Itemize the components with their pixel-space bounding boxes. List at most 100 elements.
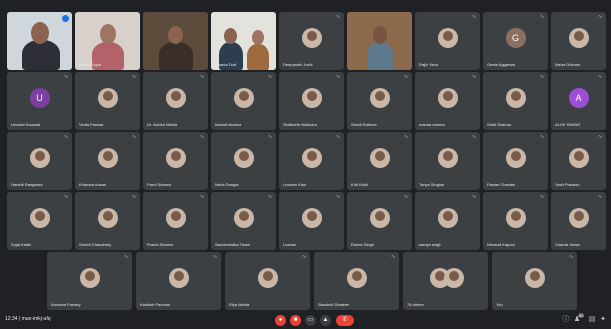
- participant-tile[interactable]: ∿ Kashish Panchal: [136, 252, 221, 310]
- avatar: [233, 148, 254, 168]
- mic-off-icon: ∿: [64, 194, 69, 200]
- participant-tile[interactable]: ∿ Riya Mehta: [225, 252, 310, 310]
- avatar: [437, 28, 458, 48]
- info-button[interactable]: ⓘ: [562, 316, 570, 324]
- participant-tile[interactable]: ∿ Tanya Singhal: [415, 132, 480, 190]
- mic-off-icon: ∿: [213, 254, 218, 260]
- participant-name: Neha Dangar: [215, 182, 239, 187]
- mic-off-icon: ∿: [336, 134, 341, 140]
- participant-tile[interactable]: ∿ Prachi Sharma: [143, 192, 208, 250]
- participant-tile[interactable]: [7, 12, 72, 70]
- participant-tile[interactable]: ∿ Archana Pandey: [47, 252, 132, 310]
- participant-tile[interactable]: ∿ Rohan Singh: [347, 192, 412, 250]
- others-tile[interactable]: 78 others: [403, 252, 488, 310]
- avatar: [97, 148, 118, 168]
- mic-off-icon: ∿: [268, 194, 273, 200]
- participant-name: Archana Pandey: [51, 302, 81, 307]
- participant-tile[interactable]: ∿ samya singh: [415, 192, 480, 250]
- participant-name: Sujal Kadiri: [11, 242, 32, 247]
- avatar: [443, 268, 464, 288]
- mic-off-icon: ∿: [391, 254, 396, 260]
- participant-name: Tanya Singhal: [419, 182, 445, 187]
- participant-tile[interactable]: ∿ Pawan Chandel: [483, 132, 548, 190]
- participant-name: You: [496, 302, 503, 307]
- participant-tile[interactable]: A ∿ ALOK RAWAT: [551, 72, 606, 130]
- participant-name: Ananta Dutt: [215, 62, 237, 67]
- mic-off-icon: ∿: [404, 74, 409, 80]
- mic-toggle-button[interactable]: ●: [275, 315, 286, 326]
- meeting-code: mue-imkj-ufq: [21, 316, 51, 322]
- participant-name: Geeta Aggarwal: [487, 62, 516, 67]
- participant-tile[interactable]: ∿ Chahat Yadav: [551, 192, 606, 250]
- pinned-icon: [62, 15, 69, 22]
- participant-name: Kriti Kohli: [351, 182, 368, 187]
- participant-tile[interactable]: ∿ Yash Prakash: [551, 132, 606, 190]
- participant-name: Deepanshi Joshi: [283, 62, 313, 67]
- participant-tile[interactable]: ∿ Harshit Rangwani: [7, 132, 72, 190]
- chat-button[interactable]: ▤: [588, 316, 596, 324]
- participant-name: Pawan Chandel: [487, 182, 516, 187]
- participant-name: Vinita Panwar: [79, 122, 104, 127]
- mic-off-icon: ∿: [598, 74, 603, 80]
- avatar: [437, 88, 458, 108]
- avatar: [29, 208, 50, 228]
- participant-tile[interactable]: ∿ Vinita Panwar: [75, 72, 140, 130]
- participant-name: Nimarat Kapoor: [487, 242, 516, 247]
- participant-tile[interactable]: ∿ Rajiv Yadu: [415, 12, 480, 70]
- participant-tile[interactable]: Arpita Gupta: [75, 12, 140, 70]
- participant-tile[interactable]: ∿ Siddharth Malhotra: [279, 72, 344, 130]
- participant-name: Parul Sharma: [147, 182, 172, 187]
- participant-tile[interactable]: ∿ Dr. Ashish Mehta: [143, 72, 208, 130]
- participant-tile[interactable]: ∿ Surbhi Chaudhary: [75, 192, 140, 250]
- captions-button[interactable]: ▭: [305, 315, 316, 326]
- captions-icon: ▭: [307, 317, 314, 323]
- participant-name: Sristi Sharma: [487, 122, 512, 127]
- mic-off-icon: ∿: [472, 134, 477, 140]
- meeting-time: 12:34: [5, 316, 18, 322]
- avatar: [79, 268, 100, 288]
- participant-tile[interactable]: ∿ Sarvshrestha Tiwari: [211, 192, 276, 250]
- participant-tile[interactable]: ∿ Nisha Dhiman: [551, 12, 606, 70]
- participant-tile[interactable]: ∿ harshit sharma: [211, 72, 276, 130]
- participant-tile[interactable]: ∿ Parul Sharma: [143, 132, 208, 190]
- participant-name: mamta meena: [419, 122, 445, 127]
- participant-tile[interactable]: ∿ mamta meena: [415, 72, 480, 130]
- avatar: [568, 28, 589, 48]
- mic-off-icon: ∿: [268, 74, 273, 80]
- participant-tile[interactable]: ∿ Sristi Sharma: [483, 72, 548, 130]
- mic-off-icon: ∿: [336, 194, 341, 200]
- participant-tile[interactable]: ∿ Neha Dangar: [211, 132, 276, 190]
- participant-tile[interactable]: ∿ Shruti Rathore: [347, 72, 412, 130]
- mic-off-icon: ∿: [540, 134, 545, 140]
- participant-tile[interactable]: ∿ Sanskriti Dhaleen: [314, 252, 399, 310]
- participant-tile[interactable]: Ananta Dutt: [211, 12, 276, 70]
- participant-name: Harshit Rangwani: [11, 182, 43, 187]
- participant-tile[interactable]: [347, 12, 412, 70]
- participant-tile[interactable]: [143, 12, 208, 70]
- participant-tile[interactable]: ∿ Sujal Kadiri: [7, 192, 72, 250]
- avatar: [505, 148, 526, 168]
- participant-tile[interactable]: G ∿ Geeta Aggarwal: [483, 12, 548, 70]
- avatar: [97, 208, 118, 228]
- activities-button[interactable]: ✦: [599, 316, 607, 324]
- participant-tile[interactable]: ∿ Loshan: [279, 192, 344, 250]
- self-tile[interactable]: ∿ You: [492, 252, 577, 310]
- chat-icon: ▤: [588, 316, 596, 323]
- mic-off-icon: ∿: [540, 74, 545, 80]
- participant-tile[interactable]: ∿ Khanam Ansari: [75, 132, 140, 190]
- mic-off-icon: ∿: [64, 74, 69, 80]
- participant-tile[interactable]: ∿ Nimarat Kapoor: [483, 192, 548, 250]
- end-call-button[interactable]: ✆: [336, 315, 354, 326]
- avatar: [505, 88, 526, 108]
- participant-name: harshit sharma: [215, 122, 242, 127]
- camera-toggle-button[interactable]: ■: [290, 315, 301, 326]
- participant-name: Shruti Rathore: [351, 122, 377, 127]
- mic-off-icon: ∿: [302, 254, 307, 260]
- present-button[interactable]: ▲: [320, 315, 331, 326]
- avatar: [257, 268, 278, 288]
- participant-tile[interactable]: ∿ Lovleen Kaur: [279, 132, 344, 190]
- mic-off-icon: ∿: [336, 14, 341, 20]
- participant-tile[interactable]: ∿ Deepanshi Joshi: [279, 12, 344, 70]
- participant-tile[interactable]: U ∿ Urvashi Kaushal: [7, 72, 72, 130]
- participant-tile[interactable]: ∿ Kriti Kohli: [347, 132, 412, 190]
